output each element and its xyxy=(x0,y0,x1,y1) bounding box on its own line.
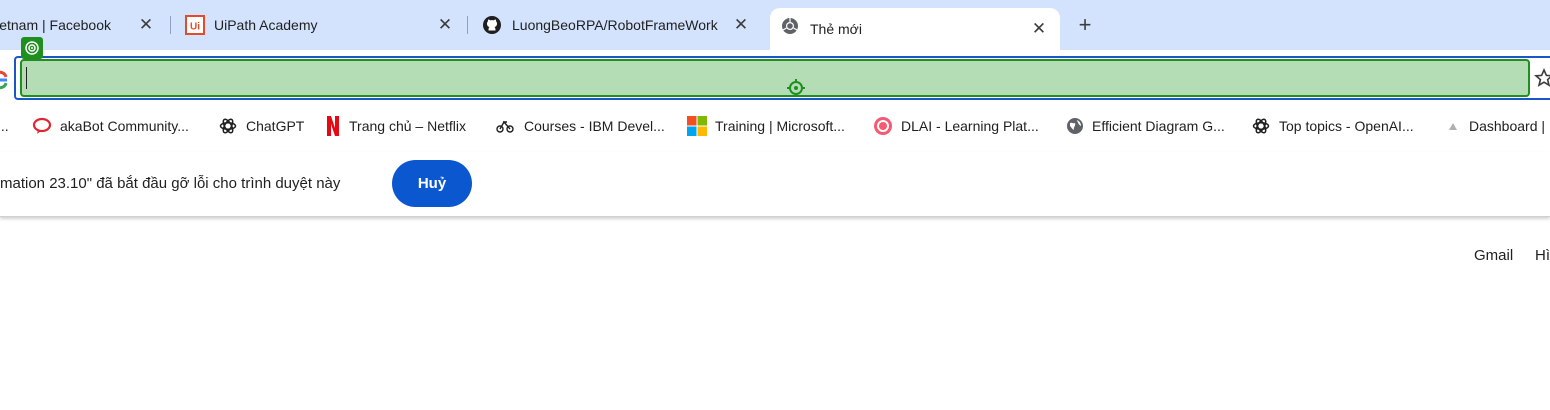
bookmark-label: Efficient Diagram G... xyxy=(1092,118,1225,134)
tab-uipath[interactable]: Ui UiPath Academy ✕ xyxy=(172,8,464,42)
github-icon xyxy=(482,15,502,38)
tab-title: Thẻ mới xyxy=(810,21,862,37)
tab-title: UiPath Academy xyxy=(214,17,318,33)
close-icon[interactable]: ✕ xyxy=(1030,19,1048,38)
debugging-infobar: mation 23.10" đã bắt đầu gỡ lỗi cho trìn… xyxy=(0,152,1550,217)
gmail-link[interactable]: Gmail xyxy=(1474,247,1513,264)
text-cursor xyxy=(26,67,27,89)
chrome-icon xyxy=(781,17,799,38)
bookmarks-bar: ... akaBot Community... ChatGPT Trang ch… xyxy=(0,108,1550,144)
openai-icon xyxy=(219,118,237,134)
close-icon[interactable]: ✕ xyxy=(732,15,750,34)
bookmark-item[interactable]: akaBot Community... xyxy=(32,108,189,144)
images-link[interactable]: Hì xyxy=(1535,247,1550,264)
bookmark-item[interactable]: Dashboard | xyxy=(1447,108,1545,144)
bookmark-label: Courses - IBM Devel... xyxy=(524,118,665,134)
google-icon xyxy=(0,70,8,95)
bookmark-label: Dashboard | xyxy=(1469,118,1546,134)
crosshair-target-icon xyxy=(787,79,805,102)
bookmark-item[interactable]: ... xyxy=(0,108,9,144)
bookmark-label: DLAI - Learning Plat... xyxy=(901,118,1039,134)
toolbar xyxy=(0,50,1550,102)
bookmark-label: Training | Microsoft... xyxy=(715,118,845,134)
globe-icon xyxy=(1067,118,1083,134)
tab-title: Vietnam | Facebook xyxy=(0,17,112,33)
element-marker-icon xyxy=(21,37,43,64)
close-icon[interactable]: ✕ xyxy=(137,15,155,34)
bookmark-label: Top topics - OpenAI... xyxy=(1279,118,1414,134)
openai-icon xyxy=(1252,118,1270,134)
bookmark-star-icon[interactable] xyxy=(1534,68,1550,93)
bookmark-label: Trang chủ – Netflix xyxy=(349,118,466,134)
akabot-icon xyxy=(32,117,52,134)
uipath-icon: Ui xyxy=(185,15,205,38)
bookmark-label: ChatGPT xyxy=(246,118,305,134)
netflix-icon xyxy=(327,116,339,136)
bookmark-item[interactable]: Trang chủ – Netflix xyxy=(325,108,466,144)
bookmark-item[interactable]: Top topics - OpenAI... xyxy=(1251,108,1414,144)
tab-title: LuongBeoRPA/RobotFrameWork xyxy=(512,17,718,33)
tab-separator xyxy=(467,16,468,34)
dashboard-icon xyxy=(1449,123,1457,130)
new-tab-button[interactable]: + xyxy=(1073,12,1097,37)
tab-separator xyxy=(170,16,171,34)
microsoft-icon xyxy=(687,116,707,136)
tab-new-tab[interactable]: Thẻ mới ✕ xyxy=(770,8,1060,50)
cancel-button[interactable]: Huỷ xyxy=(392,160,472,207)
bookmark-item[interactable]: Courses - IBM Devel... xyxy=(494,108,665,144)
bookmark-item[interactable]: DLAI - Learning Plat... xyxy=(873,108,1039,144)
address-bar[interactable] xyxy=(20,59,1530,97)
bookmark-label: akaBot Community... xyxy=(60,118,189,134)
tab-strip: Vietnam | Facebook ✕ Ui UiPath Academy ✕… xyxy=(0,0,1550,50)
bookmark-label: ... xyxy=(0,118,9,134)
bookmark-item[interactable]: Training | Microsoft... xyxy=(687,108,845,144)
bookmark-item[interactable]: ChatGPT xyxy=(218,108,304,144)
bookmark-item[interactable]: Efficient Diagram G... xyxy=(1066,108,1225,144)
close-icon[interactable]: ✕ xyxy=(436,15,454,34)
dlai-icon xyxy=(874,117,892,135)
svg-text:Ui: Ui xyxy=(190,22,200,33)
tab-github[interactable]: LuongBeoRPA/RobotFrameWork ✕ xyxy=(470,8,760,42)
ibm-icon xyxy=(496,120,514,133)
infobar-message: mation 23.10" đã bắt đầu gỡ lỗi cho trìn… xyxy=(0,175,341,192)
